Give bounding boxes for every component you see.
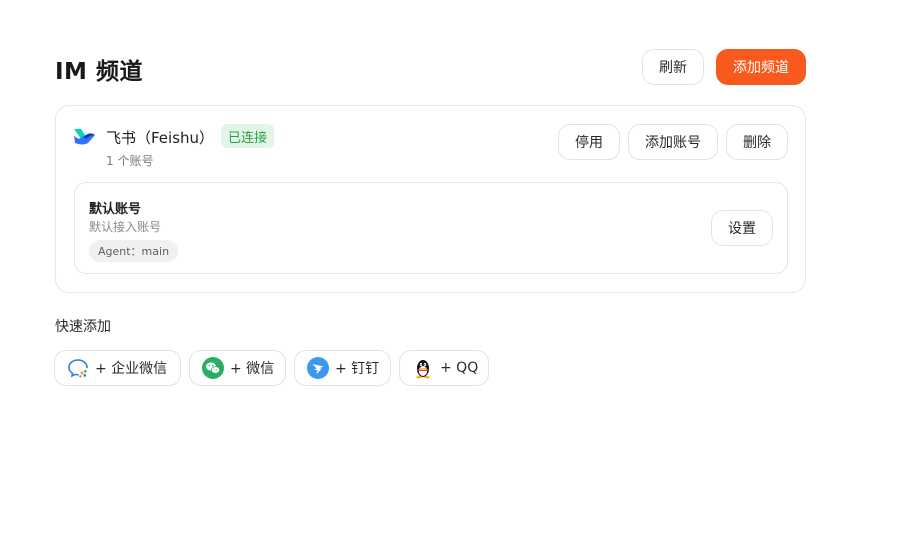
qq-icon — [412, 357, 434, 379]
account-title: 默认账号 — [89, 202, 142, 217]
wechat-icon — [202, 357, 224, 379]
quick-add-label: 快速添加 — [55, 319, 111, 335]
quick-add-dingtalk[interactable]: + 钉钉 — [294, 350, 391, 386]
agent-tag: Agent：main — [89, 240, 179, 262]
account-item: 默认账号 默认接入账号 Agent：main 设置 — [74, 182, 788, 274]
status-badge: 已连接 — [221, 124, 275, 148]
wecom-icon — [67, 357, 89, 379]
disable-button[interactable]: 停用 — [558, 124, 620, 160]
channel-card: 飞书（Feishu） 已连接 1 个账号 停用 添加账号 删除 默认账号 默认接… — [55, 105, 806, 293]
dingtalk-icon — [307, 357, 329, 379]
quick-add-dingtalk-label: + 钉钉 — [335, 361, 380, 377]
account-count: 1 个账号 — [106, 154, 154, 168]
quick-add-wecom[interactable]: + 企业微信 — [54, 350, 181, 386]
feishu-logo-icon — [72, 126, 96, 148]
channel-name: 飞书（Feishu） — [106, 129, 215, 147]
page-title: IM 频道 — [55, 59, 143, 85]
delete-button[interactable]: 删除 — [726, 124, 788, 160]
quick-add-qq[interactable]: + QQ — [399, 350, 489, 386]
quick-add-wechat-label: + 微信 — [230, 361, 275, 377]
add-account-button[interactable]: 添加账号 — [628, 124, 718, 160]
quick-add-wechat[interactable]: + 微信 — [189, 350, 286, 386]
quick-add-wecom-label: + 企业微信 — [95, 361, 168, 377]
add-channel-button[interactable]: 添加频道 — [716, 49, 806, 85]
settings-button[interactable]: 设置 — [711, 210, 773, 246]
refresh-button[interactable]: 刷新 — [642, 49, 704, 85]
quick-add-qq-label: + QQ — [440, 360, 479, 376]
account-subtitle: 默认接入账号 — [89, 220, 162, 234]
